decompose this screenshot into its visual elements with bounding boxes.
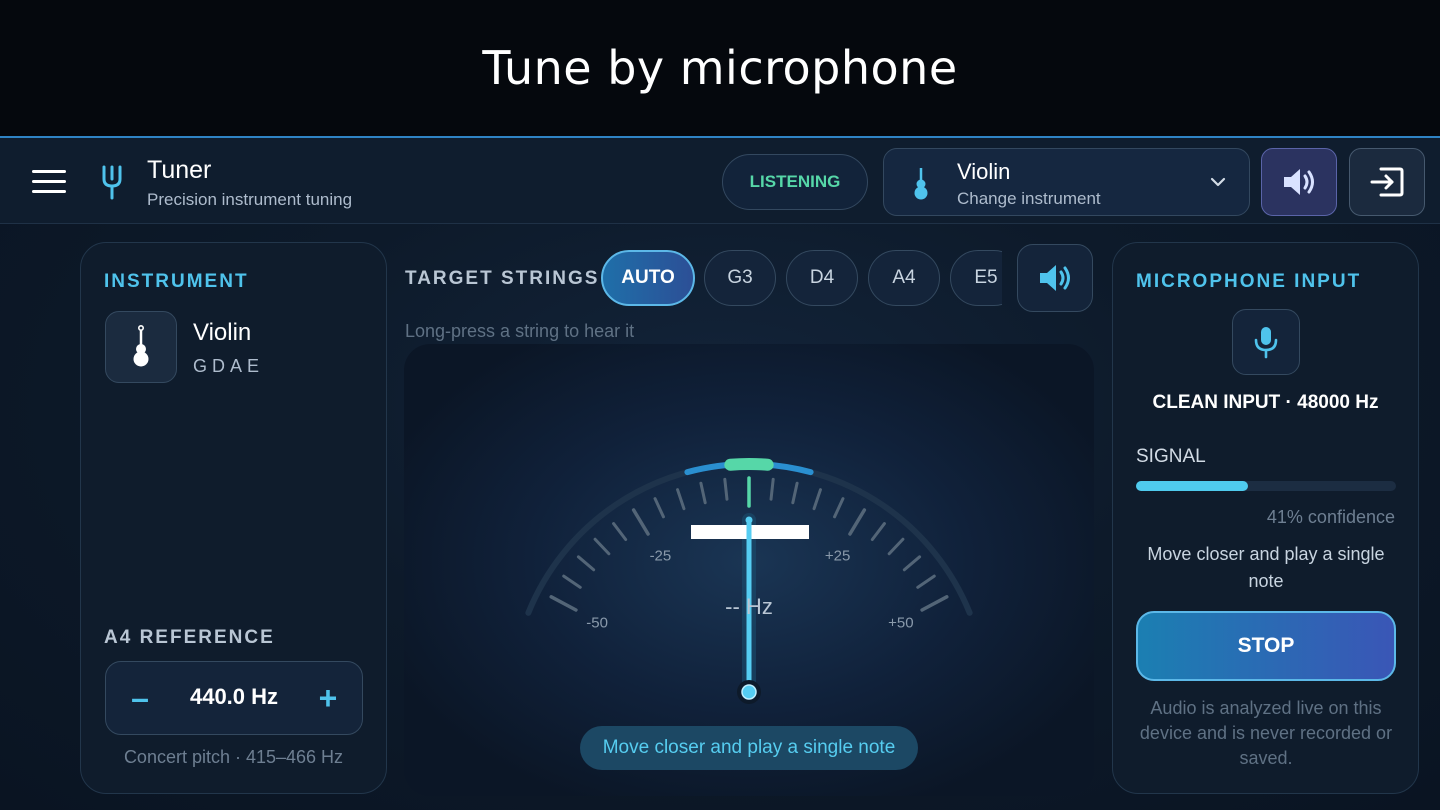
target-strings-label: TARGET STRINGS — [405, 268, 600, 289]
tuner-app: Tuner Precision instrument tuning LISTEN… — [0, 136, 1440, 810]
instrument-panel: INSTRUMENT Violin GDAE A4 REFERENCE – 44… — [80, 242, 387, 794]
gauge-tick — [902, 555, 922, 572]
reference-range-note: Concert pitch · 415–466 Hz — [123, 747, 344, 767]
gauge-needle-tip — [745, 516, 753, 524]
gauge-tick — [916, 574, 936, 589]
instrument-name: Violin — [193, 319, 252, 346]
exit-button[interactable] — [1349, 148, 1425, 216]
microphone-icon — [1254, 327, 1278, 359]
signal-label: SIGNAL — [1136, 446, 1206, 467]
app-subtitle: Precision instrument tuning — [147, 190, 353, 209]
gauge-tick-label: +25 — [825, 548, 850, 565]
top-bar: Tuner Precision instrument tuning LISTEN… — [0, 138, 1440, 224]
confidence-text: 41% confidence — [1266, 507, 1395, 527]
string-chip-a4[interactable]: A4 — [868, 250, 940, 306]
gauge-tick — [723, 477, 729, 501]
gauge-tick — [833, 497, 845, 519]
listening-status-badge: LISTENING — [722, 154, 868, 210]
violin-icon — [133, 325, 149, 367]
gauge-tick — [887, 537, 905, 556]
instrument-strings: GDAE — [193, 356, 265, 376]
gauge-tick — [562, 574, 582, 589]
gauge-in-tune-zone — [724, 458, 774, 471]
gauge-tick — [631, 508, 650, 536]
instrument-section-label: INSTRUMENT — [104, 271, 249, 292]
strings-hint: Long-press a string to hear it — [405, 321, 635, 341]
string-chip-auto[interactable]: AUTO — [601, 250, 695, 306]
tuning-fork-icon — [102, 165, 122, 200]
gauge-tick — [653, 497, 665, 519]
stop-button[interactable]: STOP — [1136, 611, 1396, 681]
instrument-select[interactable]: Violin Change instrument — [883, 148, 1250, 216]
a4-reference-label: A4 REFERENCE — [104, 627, 275, 648]
signal-meter-fill — [1136, 481, 1248, 491]
tuning-gauge: -50 -25 +25 +50 -- Hz Move closer and play … — [404, 344, 1094, 796]
gauge-tick — [769, 477, 775, 501]
a4-reference-stepper: – 440.0 Hz + — [105, 661, 363, 735]
gauge-pivot — [741, 684, 757, 700]
input-advice: Move closer and play a single note — [1147, 544, 1385, 591]
instrument-icon-tile — [105, 311, 177, 383]
gauge-status-message: Move closer and play a single note — [580, 726, 918, 770]
chevron-down-icon — [1210, 177, 1226, 187]
sound-button[interactable] — [1261, 148, 1337, 216]
string-chip-d4[interactable]: D4 — [786, 250, 858, 306]
increase-reference-button[interactable]: + — [308, 678, 348, 718]
banner-title: Tune by microphone — [482, 41, 958, 95]
app-title: Tuner — [147, 156, 212, 184]
microphone-button[interactable] — [1232, 309, 1300, 375]
gauge-tick — [870, 522, 886, 542]
gauge-tick — [676, 488, 686, 511]
gauge-tick — [812, 488, 822, 511]
gauge-tick-label: -25 — [650, 548, 672, 565]
string-chip-row: AUTO G3 D4 A4 E5 — [600, 246, 1002, 310]
gauge-tick — [699, 481, 707, 505]
gauge-tick — [576, 555, 596, 572]
microphone-section-label: MICROPHONE INPUT — [1136, 271, 1362, 292]
signal-meter — [1136, 481, 1396, 491]
gauge-tick — [612, 522, 628, 542]
input-info: CLEAN INPUT · 48000 Hz — [1152, 392, 1379, 413]
banner: Tune by microphone — [0, 0, 1440, 136]
privacy-note: Audio is analyzed live on this device an… — [1139, 698, 1393, 768]
string-chip-e5[interactable]: E5 — [950, 250, 1002, 306]
exit-icon — [1370, 167, 1404, 197]
gauge-tick — [791, 481, 799, 505]
gauge-tick — [593, 537, 611, 556]
string-chip-g3[interactable]: G3 — [704, 250, 776, 306]
play-string-button[interactable] — [1017, 244, 1093, 312]
speaker-icon — [1284, 169, 1314, 195]
menu-icon[interactable] — [32, 170, 66, 196]
violin-icon — [914, 168, 928, 200]
gauge-tick — [848, 508, 867, 536]
frequency-readout: -- Hz — [725, 594, 773, 619]
instrument-select-subtitle: Change instrument — [957, 189, 1101, 208]
instrument-select-name: Violin — [957, 159, 1011, 184]
microphone-panel: MICROPHONE INPUT CLEAN INPUT · 48000 Hz … — [1112, 242, 1419, 794]
speaker-icon — [1040, 265, 1070, 291]
